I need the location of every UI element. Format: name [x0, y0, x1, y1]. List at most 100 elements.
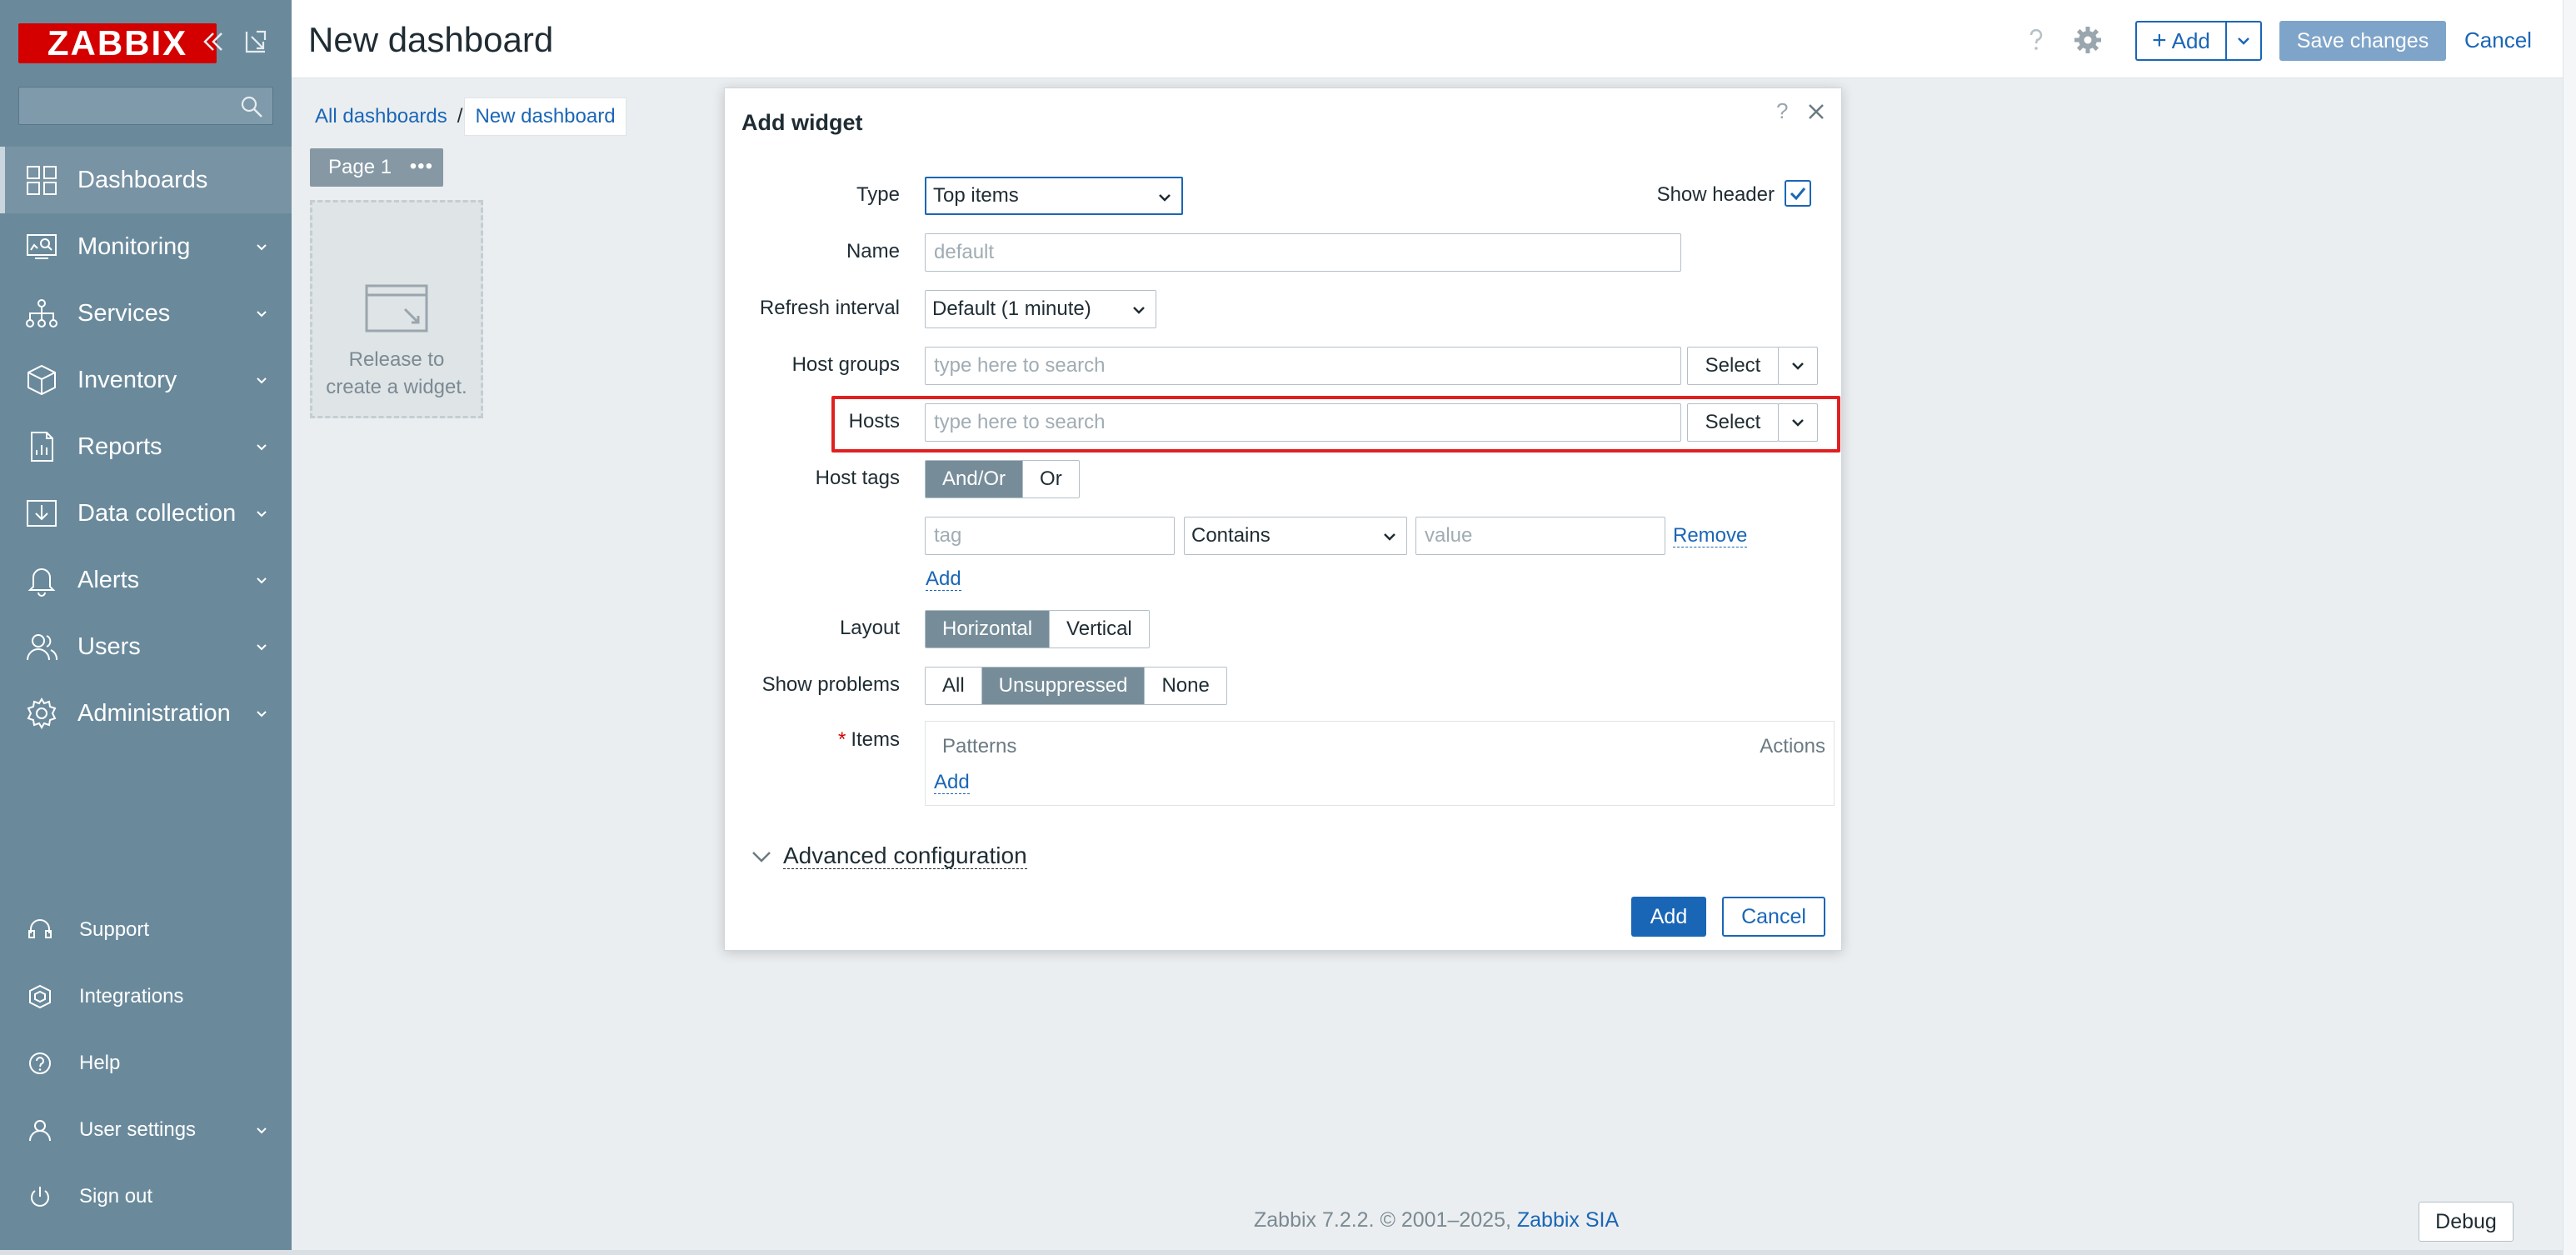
- refresh-interval-select[interactable]: Default (1 minute): [925, 290, 1156, 328]
- nav-sign-out[interactable]: Sign out: [0, 1168, 292, 1226]
- add-dropdown-button[interactable]: [2225, 21, 2262, 61]
- nav-administration[interactable]: Administration: [0, 680, 292, 747]
- remove-tag-link[interactable]: Remove: [1673, 525, 1748, 548]
- sign-out-icon: [31, 1187, 49, 1207]
- nav-label: Monitoring: [77, 232, 191, 260]
- chevron-down-icon: [1792, 419, 1804, 427]
- name-placeholder: default: [934, 241, 995, 263]
- nav-label: Support: [79, 918, 150, 941]
- footer-copyright: Zabbix 7.2.2. © 2001–2025,: [1254, 1208, 1517, 1232]
- nav-integrations[interactable]: Integrations: [0, 968, 292, 1026]
- add-tag-link[interactable]: Add: [926, 568, 961, 591]
- show-problems-none-option[interactable]: None: [1144, 668, 1226, 704]
- items-label: * Items: [838, 728, 900, 752]
- nav-inventory[interactable]: Inventory: [0, 347, 292, 413]
- tag-value-input[interactable]: value: [1415, 517, 1665, 555]
- search-icon[interactable]: [239, 94, 264, 119]
- chevron-down-icon: [257, 311, 267, 318]
- tag-value-placeholder: value: [1425, 524, 1473, 547]
- cancel-button[interactable]: Cancel: [1722, 897, 1825, 937]
- nav-dashboards[interactable]: Dashboards: [0, 147, 292, 213]
- page-menu-icon[interactable]: •••: [410, 155, 433, 178]
- breadcrumb-separator: /: [457, 105, 463, 128]
- nav-label: Services: [77, 299, 171, 327]
- chevron-down-icon: [2238, 38, 2249, 45]
- show-problems-label: Show problems: [761, 673, 900, 696]
- gear-icon[interactable]: [2073, 25, 2103, 55]
- page-header: New dashboard + Add Save changes Cancel: [292, 0, 2576, 78]
- chevron-down-icon: [257, 244, 267, 251]
- hosts-select-button[interactable]: Select: [1687, 403, 1779, 442]
- nav-label: User settings: [79, 1118, 197, 1141]
- layout-horizontal-option[interactable]: Horizontal: [926, 611, 1050, 648]
- nav-data-collection[interactable]: Data collection: [0, 480, 292, 547]
- chevron-down-icon: [257, 1128, 267, 1134]
- nav-support[interactable]: Support: [0, 901, 292, 959]
- layout-toggle: Horizontal Vertical: [925, 610, 1150, 648]
- cancel-link[interactable]: Cancel: [2464, 28, 2532, 53]
- footer-zabbix-link[interactable]: Zabbix SIA: [1517, 1208, 1619, 1232]
- layout-vertical-option[interactable]: Vertical: [1049, 611, 1149, 648]
- close-icon[interactable]: [1805, 100, 1828, 123]
- nav-services[interactable]: Services: [0, 280, 292, 347]
- nav-user-settings[interactable]: User settings: [0, 1101, 292, 1159]
- collapse-sidebar-icon[interactable]: [197, 25, 230, 58]
- nav-help[interactable]: Help: [0, 1034, 292, 1092]
- nav-reports[interactable]: Reports: [0, 413, 292, 480]
- tag-operator-select[interactable]: Contains: [1184, 517, 1407, 555]
- zabbix-logo[interactable]: ZABBIX: [18, 23, 217, 63]
- debug-button[interactable]: Debug: [2419, 1202, 2514, 1242]
- breadcrumb-current[interactable]: New dashboard: [464, 98, 627, 136]
- host-groups-dropdown-button[interactable]: [1778, 347, 1818, 385]
- show-header-checkbox[interactable]: [1785, 180, 1811, 207]
- tag-input[interactable]: tag: [925, 517, 1175, 555]
- add-item-link[interactable]: Add: [934, 772, 970, 794]
- chevron-down-icon: [257, 444, 267, 451]
- add-widget-button[interactable]: + Add: [2135, 21, 2225, 61]
- help-icon[interactable]: [2021, 25, 2051, 55]
- page-title: New dashboard: [308, 20, 554, 59]
- show-problems-all-option[interactable]: All: [926, 668, 981, 704]
- checkmark-icon: [1790, 188, 1806, 201]
- integrations-icon: [29, 984, 51, 1009]
- hosts-label: Hosts: [848, 410, 900, 432]
- add-button[interactable]: Add: [1631, 897, 1706, 937]
- dialog-help-icon[interactable]: ?: [1776, 98, 1788, 124]
- hosts-dropdown-button[interactable]: [1778, 403, 1818, 442]
- advanced-configuration-toggle[interactable]: Advanced configuration: [750, 843, 1027, 869]
- nav-label: Help: [79, 1052, 121, 1074]
- type-value: Top items: [933, 184, 1019, 207]
- breadcrumb-all-dashboards[interactable]: All dashboards: [307, 105, 456, 128]
- host-tags-evaltype: And/Or Or: [925, 460, 1080, 498]
- nav-alerts[interactable]: Alerts: [0, 547, 292, 613]
- name-label: Name: [846, 240, 900, 262]
- support-icon: [28, 919, 52, 938]
- chevron-down-icon: [1384, 533, 1395, 541]
- host-tags-and-or-option[interactable]: And/Or: [926, 461, 1023, 498]
- show-problems-unsuppressed-option[interactable]: Unsuppressed: [981, 668, 1145, 704]
- nav-users[interactable]: Users: [0, 613, 292, 680]
- new-widget-icon: [365, 284, 428, 332]
- show-header-label: Show header: [1656, 183, 1775, 206]
- inventory-icon: [27, 364, 56, 396]
- users-icon: [27, 634, 58, 661]
- reports-icon: [31, 432, 53, 462]
- dashboard-page-tab[interactable]: Page 1 •••: [310, 148, 443, 187]
- host-tags-or-option[interactable]: Or: [1022, 461, 1079, 498]
- host-groups-select-button[interactable]: Select: [1687, 347, 1779, 385]
- nav-label: Alerts: [77, 566, 140, 593]
- widget-drop-placeholder[interactable]: Release to create a widget.: [310, 200, 483, 418]
- host-groups-input[interactable]: type here to search: [925, 347, 1681, 385]
- nav-monitoring[interactable]: Monitoring: [0, 213, 292, 280]
- advanced-configuration-label: Advanced configuration: [783, 842, 1027, 869]
- sidebar-search-input[interactable]: [19, 88, 272, 124]
- items-table: Patterns Actions Add: [925, 721, 1835, 806]
- type-select[interactable]: Top items: [925, 177, 1183, 215]
- hosts-placeholder: type here to search: [934, 411, 1106, 433]
- kiosk-mode-icon[interactable]: [238, 25, 272, 58]
- help-icon: [29, 1052, 51, 1074]
- save-changes-button[interactable]: Save changes: [2279, 21, 2446, 61]
- host-groups-placeholder: type here to search: [934, 354, 1106, 377]
- name-input[interactable]: default: [925, 233, 1681, 272]
- hosts-input[interactable]: type here to search: [925, 403, 1681, 442]
